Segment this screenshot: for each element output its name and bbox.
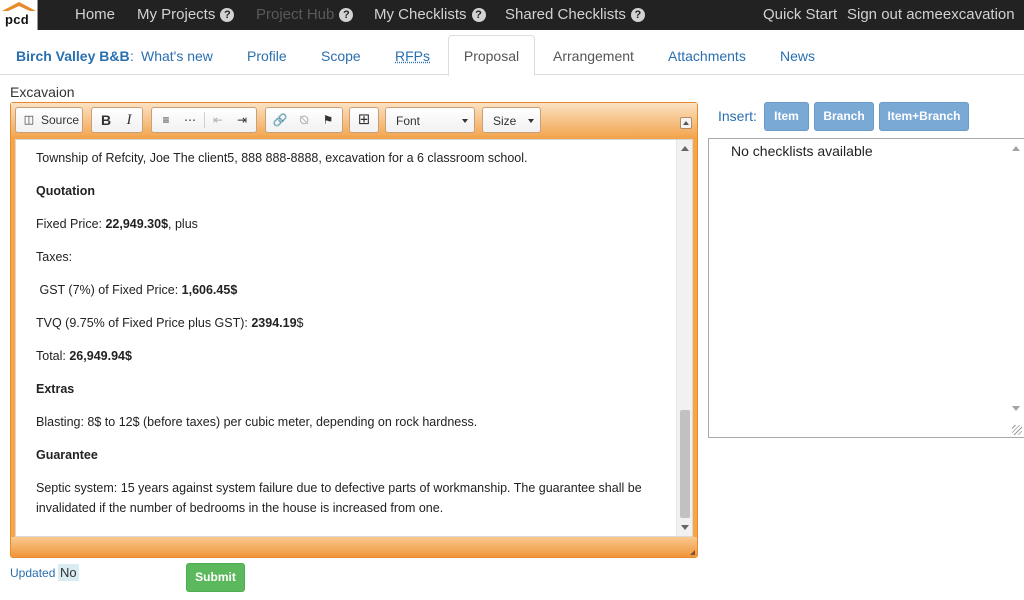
help-icon[interactable]: ? <box>630 8 645 22</box>
italic-button[interactable]: I <box>118 108 140 132</box>
collapse-toolbar-icon[interactable] <box>680 117 692 129</box>
septic-line: Septic system: 15 years against system f… <box>36 481 642 515</box>
quotation-heading: Quotation <box>36 184 96 198</box>
nav-home[interactable]: Home <box>75 0 115 30</box>
link-icon[interactable]: 🔗 <box>269 108 291 132</box>
gst-line: GST (7%) of Fixed Price: 1,606.45$ <box>36 283 238 297</box>
tab-arrangement[interactable]: Arrangement <box>553 48 634 64</box>
list-group: ≡ ⋯ ⇤ ⇥ <box>151 107 257 133</box>
table-icon: ⊞ <box>357 111 371 128</box>
logo-text: pcd <box>5 12 30 27</box>
brand-separator: : <box>130 48 134 64</box>
source-button[interactable]: ◫ Source <box>15 107 83 133</box>
scroll-down-icon[interactable] <box>681 525 689 530</box>
insert-item-button[interactable]: Item <box>764 102 809 131</box>
insert-label: Insert: <box>718 108 757 124</box>
editor-scrollbar[interactable] <box>676 140 692 536</box>
insert-item-branch-button[interactable]: Item+Branch <box>879 102 969 131</box>
table-button[interactable]: ⊞ <box>349 107 379 133</box>
nav-sign-out[interactable]: Sign out acmeexcavation <box>847 0 1015 30</box>
updated-label: Updated <box>10 566 56 580</box>
updated-status: No <box>58 564 79 581</box>
link-group: 🔗 ⦰ ⚑ <box>265 107 343 133</box>
pcd-logo[interactable]: pcd <box>0 0 38 30</box>
total-line: Total: 26,949.94$ <box>36 349 132 363</box>
blasting-line: Blasting: 8$ to 12$ (before taxes) per c… <box>36 415 478 429</box>
tab-scope[interactable]: Scope <box>321 48 361 64</box>
nav-quick-start[interactable]: Quick Start <box>763 0 837 30</box>
checklist-scrollbar[interactable] <box>1008 139 1024 437</box>
nav-my-checklists[interactable]: My Checklists? <box>374 0 486 30</box>
proposal-text: Township of Refcity, Joe The client5, 88… <box>36 148 666 531</box>
unlink-icon[interactable]: ⦰ <box>293 108 315 132</box>
scroll-up-icon[interactable] <box>681 146 689 151</box>
rich-text-editor: ◫ Source B I ≡ ⋯ ⇤ ⇥ 🔗 ⦰ ⚑ ⊞ Font Size T… <box>10 102 698 558</box>
extras-heading: Extras <box>36 382 75 396</box>
taxes-label: Taxes: <box>36 250 73 264</box>
editor-field-label: Excavaion <box>10 84 75 100</box>
tab-proposal[interactable]: Proposal <box>448 35 535 76</box>
tab-attachments[interactable]: Attachments <box>668 48 746 64</box>
editor-toolbar: ◫ Source B I ≡ ⋯ ⇤ ⇥ 🔗 ⦰ ⚑ ⊞ Font Size <box>11 103 697 139</box>
font-select[interactable]: Font <box>385 107 475 133</box>
nav-shared-checklists[interactable]: Shared Checklists? <box>505 0 645 30</box>
top-navbar: pcd Home My Projects? Project Hub? My Ch… <box>0 0 1024 30</box>
empty-checklist-message: No checklists available <box>731 143 873 159</box>
resize-grip-icon[interactable] <box>1012 425 1022 435</box>
insert-branch-button[interactable]: Branch <box>814 102 874 131</box>
tab-profile[interactable]: Profile <box>247 48 287 64</box>
intro-paragraph: Township of Refcity, Joe The client5, 88… <box>36 151 528 165</box>
basic-styles-group: B I <box>91 107 143 133</box>
resize-grip-icon[interactable] <box>690 550 695 555</box>
tab-rfps[interactable]: RFPs <box>395 48 430 64</box>
tab-news[interactable]: News <box>780 48 815 64</box>
editor-content-area[interactable]: Township of Refcity, Joe The client5, 88… <box>15 139 693 537</box>
anchor-flag-icon[interactable]: ⚑ <box>317 108 339 132</box>
fixed-price-line: Fixed Price: 22,949.30$, plus <box>36 217 198 231</box>
chevron-down-icon <box>528 119 534 123</box>
guarantee-heading: Guarantee <box>36 448 98 462</box>
numbered-list-icon[interactable]: ≡ <box>155 108 177 132</box>
source-icon: ◫ <box>23 114 35 126</box>
outdent-icon[interactable]: ⇤ <box>207 108 229 132</box>
scroll-up-icon[interactable] <box>1012 146 1020 151</box>
size-select[interactable]: Size <box>482 107 541 133</box>
submit-button[interactable]: Submit <box>186 563 245 592</box>
help-icon[interactable]: ? <box>339 8 354 22</box>
bulleted-list-icon[interactable]: ⋯ <box>179 108 201 132</box>
tab-whats-new[interactable]: What's new <box>141 48 213 64</box>
checklist-list[interactable]: No checklists available <box>708 138 1024 438</box>
tvq-line: TVQ (9.75% of Fixed Price plus GST): 239… <box>36 316 304 330</box>
nav-project-hub: Project Hub? <box>256 0 354 30</box>
indent-icon[interactable]: ⇥ <box>231 108 253 132</box>
project-name[interactable]: Birch Valley B&B <box>16 48 130 64</box>
help-icon[interactable]: ? <box>220 8 235 22</box>
nav-my-projects[interactable]: My Projects? <box>137 0 235 30</box>
chevron-down-icon <box>462 119 468 123</box>
scroll-down-icon[interactable] <box>1012 406 1020 411</box>
editor-footer <box>11 537 697 557</box>
help-icon[interactable]: ? <box>471 8 486 22</box>
scrollbar-thumb[interactable] <box>680 410 690 518</box>
project-tabs-bar: Birch Valley B&B : What's new Profile Sc… <box>0 30 1024 76</box>
bold-button[interactable]: B <box>95 108 117 132</box>
